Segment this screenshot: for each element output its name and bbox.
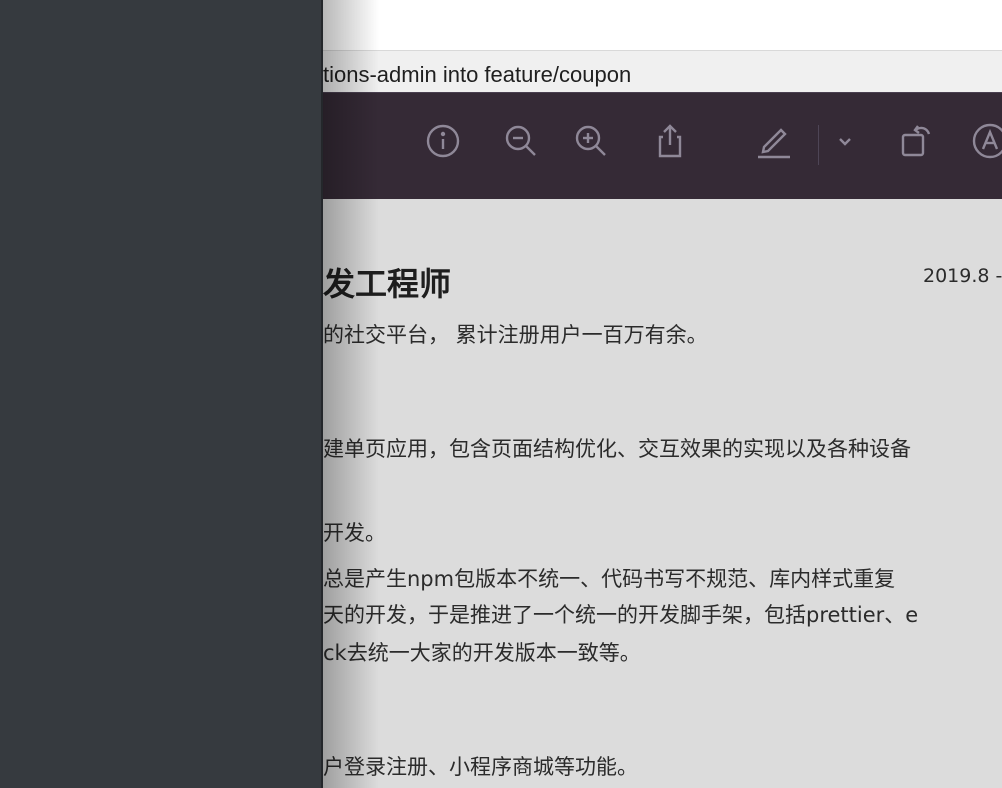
doc-line: ck去统一大家的开发版本一致等。: [323, 641, 641, 665]
doc-line: 天的开发，于是推进了一个统一的开发脚手架，包括prettier、e: [323, 603, 919, 627]
info-icon[interactable]: [423, 121, 463, 161]
doc-line: 总是产生npm包版本不统一、代码书写不规范、库内样式重复: [323, 567, 896, 591]
job-date: 2019.8 -: [923, 265, 1002, 287]
zoom-out-icon[interactable]: [501, 121, 541, 161]
document-preview: 发工程师 2019.8 - 的社交平台， 累计注册用户一百万有余。 建单页应用，…: [323, 199, 1002, 788]
job-title: 发工程师: [323, 265, 452, 303]
doc-line: 开发。: [323, 521, 386, 545]
rotate-icon[interactable]: [896, 121, 936, 161]
doc-line: 的社交平台， 累计注册用户一百万有余。: [323, 323, 708, 347]
left-sidebar-panel: [0, 0, 321, 788]
chevron-down-icon[interactable]: [825, 121, 865, 161]
commit-message-bar: tions-admin into feature/coupon: [323, 51, 1002, 92]
doc-line: 建单页应用，包含页面结构优化、交互效果的实现以及各种设备: [323, 437, 911, 461]
doc-line: 户登录注册、小程序商城等功能。: [323, 755, 638, 779]
preview-toolbar: [323, 92, 1002, 199]
annotate-icon[interactable]: [968, 121, 1002, 161]
zoom-in-icon[interactable]: [571, 121, 611, 161]
share-icon[interactable]: [650, 121, 690, 161]
markup-pen-icon[interactable]: [754, 121, 794, 161]
commit-message-text: tions-admin into feature/coupon: [323, 62, 632, 87]
top-blank-bar: [323, 0, 1002, 51]
toolbar-divider: [818, 125, 819, 165]
panel-divider[interactable]: [321, 0, 323, 788]
